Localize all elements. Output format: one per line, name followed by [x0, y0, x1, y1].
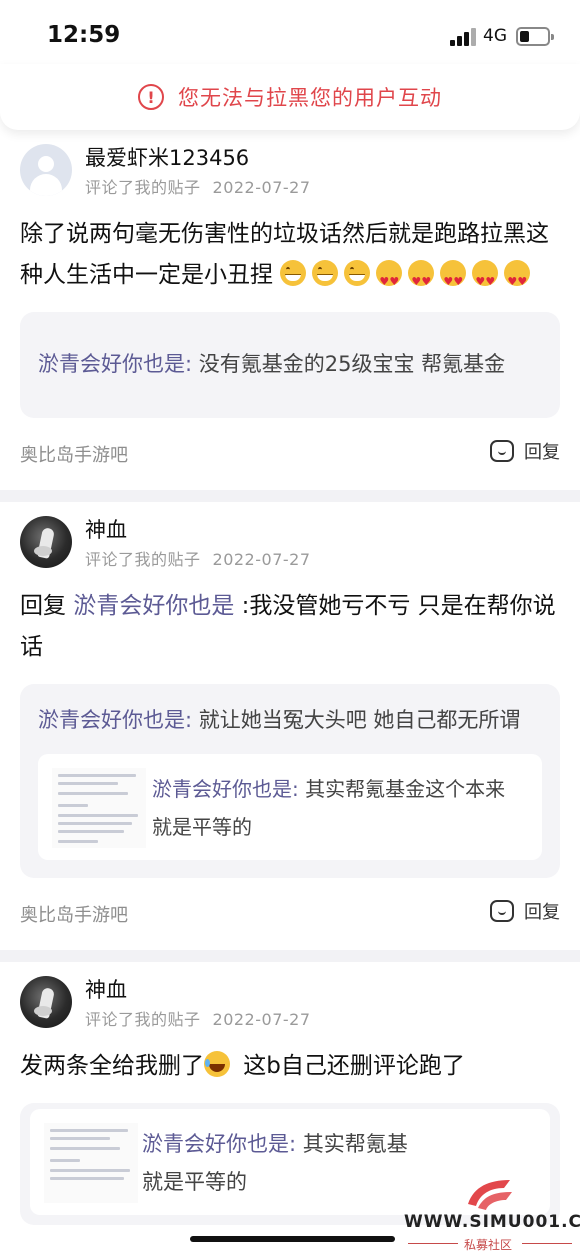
reply-label: 回复: [524, 902, 560, 923]
comment-date: 2022-07-27: [212, 1010, 311, 1029]
comment-meta: 评论了我的贴子 2022-07-27: [85, 1006, 311, 1030]
reply-button[interactable]: 回复: [490, 898, 560, 924]
original-post-preview[interactable]: 淤青会好你也是: 其实帮氪基金这个本来就是平等的: [38, 754, 542, 860]
comment-action: 评论了我的贴子: [85, 178, 201, 197]
forum-name[interactable]: 奥比岛手游吧: [20, 441, 128, 467]
quoted-username[interactable]: 淤青会好你也是:: [142, 1132, 296, 1156]
quoted-text: 就是平等的: [142, 1170, 247, 1194]
heart-eyes-emoji: [440, 260, 467, 302]
comment-header: 最爱虾米123456 评论了我的贴子 2022-07-27: [20, 142, 560, 200]
comment-text: 这b自己还删评论跑了: [236, 1053, 465, 1079]
quoted-comment[interactable]: 淤青会好你也是: 没有氪基金的25级宝宝 帮氪基金: [20, 312, 560, 418]
avatar[interactable]: [20, 976, 72, 1028]
blocked-warning-text: 您无法与拉黑您的用户互动: [178, 86, 442, 110]
quoted-comment[interactable]: 淤青会好你也是: 就让她当冤大头吧 她自己都无所谓 淤青会好你也是: 其实帮氪基…: [20, 684, 560, 878]
comment-meta: 评论了我的贴子 2022-07-27: [85, 546, 311, 570]
grin-emoji: [312, 260, 339, 286]
reply-button[interactable]: 回复: [490, 438, 560, 464]
comment-body: 发两条全给我删了 这b自己还删评论跑了: [20, 1046, 560, 1087]
status-time: 12:59: [47, 22, 121, 48]
watermark: WWW.SIMU001.CN 私募社区: [400, 1172, 580, 1255]
comment-footer: 奥比岛手游吧 回复: [20, 878, 560, 950]
quoted-text: 其实帮氪基: [296, 1132, 408, 1156]
grin-emoji: [344, 260, 371, 286]
avatar[interactable]: [20, 516, 72, 568]
username[interactable]: 神血: [85, 514, 127, 544]
quoted-username[interactable]: 淤青会好你也是:: [38, 352, 192, 376]
exclamation-circle-icon: !: [138, 84, 164, 110]
heart-eyes-emoji: [472, 260, 499, 302]
blocked-warning-banner: ! 您无法与拉黑您的用户互动: [0, 64, 580, 130]
laughing-tears-emoji: [204, 1051, 230, 1077]
heart-eyes-emoji: [376, 260, 403, 302]
watermark-url: WWW.SIMU001.CN: [404, 1212, 580, 1232]
cellular-signal-icon: [450, 28, 476, 46]
comment-text: 发两条全给我删了: [20, 1053, 204, 1079]
comment-card[interactable]: 最爱虾米123456 评论了我的贴子 2022-07-27 除了说两句毫无伤害性的…: [0, 130, 580, 490]
grin-emoji: [280, 260, 307, 286]
comment-date: 2022-07-27: [212, 178, 311, 197]
quoted-username[interactable]: 淤青会好你也是:: [38, 708, 192, 732]
forum-name[interactable]: 奥比岛手游吧: [20, 901, 128, 927]
comment-bubble-icon: [490, 900, 514, 922]
username[interactable]: 最爱虾米123456: [85, 142, 249, 172]
comment-header: 神血 评论了我的贴子 2022-07-27: [20, 974, 560, 1032]
comment-action: 评论了我的贴子: [85, 550, 201, 569]
post-thumbnail: [52, 768, 146, 848]
divider: [522, 1243, 572, 1244]
avatar[interactable]: [20, 144, 72, 196]
comment-body: 除了说两句毫无伤害性的垃圾话然后就是跑路拉黑这种人生活中一定是小丑捏: [20, 214, 560, 302]
post-thumbnail: [44, 1123, 138, 1203]
divider: [0, 950, 580, 962]
comment-body: 回复 淤青会好你也是 :我没管她亏不亏 只是在帮你说话: [20, 586, 560, 668]
battery-icon: [516, 27, 554, 46]
comment-bubble-icon: [490, 440, 514, 462]
comment-date: 2022-07-27: [212, 550, 311, 569]
mention-link[interactable]: 淤青会好你也是: [73, 593, 234, 619]
heart-eyes-emoji: [504, 260, 531, 302]
heart-eyes-emoji: [408, 260, 435, 302]
comment-footer: 奥比岛手游吧 回复: [20, 418, 560, 490]
quoted-text: 没有氪基金的25级宝宝 帮氪基金: [192, 352, 506, 376]
comment-header: 神血 评论了我的贴子 2022-07-27: [20, 514, 560, 572]
comment-card[interactable]: 神血 评论了我的贴子 2022-07-27 回复 淤青会好你也是 :我没管她亏不亏…: [0, 502, 580, 950]
username[interactable]: 神血: [85, 974, 127, 1004]
reply-label: 回复: [524, 442, 560, 463]
reply-prefix: 回复: [20, 593, 74, 619]
watermark-logo-icon: [468, 1180, 512, 1210]
network-type: 4G: [483, 26, 507, 46]
divider: [0, 490, 580, 502]
quoted-text: 就让她当冤大头吧 她自己都无所谓: [192, 708, 521, 732]
comment-action: 评论了我的贴子: [85, 1010, 201, 1029]
comment-meta: 评论了我的贴子 2022-07-27: [85, 174, 311, 198]
status-bar: 12:59 4G: [0, 0, 580, 72]
quoted-username[interactable]: 淤青会好你也是:: [152, 777, 299, 801]
home-indicator[interactable]: [190, 1236, 395, 1242]
notification-feed: 最爱虾米123456 评论了我的贴子 2022-07-27 除了说两句毫无伤害性的…: [0, 130, 580, 1225]
original-post-text: 淤青会好你也是: 其实帮氪基金这个本来就是平等的: [152, 770, 522, 846]
watermark-subtitle: 私募社区: [463, 1238, 512, 1252]
